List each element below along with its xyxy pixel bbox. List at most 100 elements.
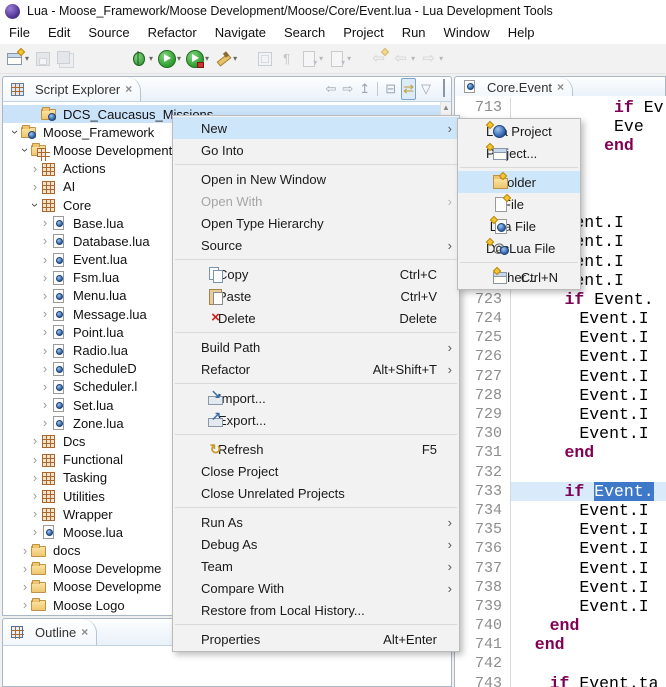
menu-item-new[interactable]: New› — [173, 117, 459, 139]
debug-button[interactable]: ▾ — [128, 47, 155, 71]
menubar-item-help[interactable]: Help — [499, 22, 544, 44]
dropdown-caret-icon[interactable]: ▾ — [205, 54, 209, 63]
dropdown-caret-icon[interactable]: ▾ — [177, 54, 181, 63]
line-number: 728 — [455, 386, 511, 405]
dropdown-caret-icon[interactable]: ▾ — [233, 54, 237, 63]
external-tools-button[interactable]: ▾ — [212, 47, 239, 71]
menu-item-lua-project[interactable]: Lua Project — [458, 120, 580, 142]
collapse-arrow-icon[interactable]: › — [9, 126, 21, 138]
toolbar-separator — [377, 82, 378, 96]
menu-item-close-project[interactable]: Close Project — [173, 460, 459, 482]
expand-arrow-icon[interactable]: › — [39, 363, 51, 375]
menu-item-label: Export... — [218, 413, 266, 428]
expand-arrow-icon[interactable]: › — [29, 181, 41, 193]
expand-arrow-icon[interactable]: › — [29, 454, 41, 466]
code-line-732: 732 — [455, 463, 666, 482]
dropdown-caret-icon[interactable]: ▾ — [149, 54, 153, 63]
view-menu-icon[interactable]: ▽ — [420, 79, 432, 99]
expand-arrow-icon[interactable]: › — [29, 163, 41, 175]
expand-arrow-icon[interactable]: › — [39, 381, 51, 393]
menu-item-doclua-file[interactable]: DocLua File — [458, 237, 580, 259]
menu-item-lua-file[interactable]: Lua File — [458, 215, 580, 237]
main-toolbar: ▾▾▾▾▾¶▾▾▾▾⇦⇦▾⇨▾ — [0, 44, 666, 74]
menubar-item-source[interactable]: Source — [79, 22, 138, 44]
menubar-item-project[interactable]: Project — [334, 22, 392, 44]
collapse-all-icon[interactable]: ⊟ — [384, 79, 397, 99]
tree-item-label: Set.lua — [73, 398, 113, 413]
menubar-item-navigate[interactable]: Navigate — [206, 22, 275, 44]
menubar-item-search[interactable]: Search — [275, 22, 334, 44]
tree-item-label: Wrapper — [63, 507, 113, 522]
close-icon[interactable]: × — [81, 626, 88, 638]
menu-item-label: New — [201, 121, 227, 136]
profile-button[interactable]: ▾ — [184, 47, 211, 71]
menu-item-team[interactable]: Team› — [173, 555, 459, 577]
menu-item-run-as[interactable]: Run As› — [173, 511, 459, 533]
menu-item-open-type-hierarchy[interactable]: Open Type Hierarchy — [173, 212, 459, 234]
expand-arrow-icon[interactable]: › — [39, 290, 51, 302]
go-up-icon[interactable]: ↥ — [358, 79, 371, 99]
menubar-item-run[interactable]: Run — [393, 22, 435, 44]
expand-arrow-icon[interactable]: › — [39, 326, 51, 338]
expand-arrow-icon[interactable]: › — [19, 545, 31, 557]
new-wizard-button[interactable]: ▾ — [4, 47, 31, 71]
menu-item-open-in-new-window[interactable]: Open in New Window — [173, 168, 459, 190]
expand-arrow-icon[interactable]: › — [29, 490, 41, 502]
code-line-728: 728Event.I — [455, 386, 666, 405]
expand-arrow-icon[interactable]: › — [19, 563, 31, 575]
expand-arrow-icon[interactable]: › — [29, 472, 41, 484]
menu-item-close-unrelated-projects[interactable]: Close Unrelated Projects — [173, 482, 459, 504]
expand-arrow-icon[interactable]: › — [39, 217, 51, 229]
menubar-item-file[interactable]: File — [0, 22, 39, 44]
expand-arrow-icon[interactable]: › — [39, 417, 51, 429]
expand-arrow-icon[interactable]: › — [29, 526, 41, 538]
expand-arrow-icon[interactable]: › — [39, 235, 51, 247]
scroll-up-icon[interactable]: ▲ — [442, 103, 450, 112]
menu-item-go-into[interactable]: Go Into — [173, 139, 459, 161]
menu-item-import[interactable]: Import... — [173, 387, 459, 409]
expand-arrow-icon[interactable]: › — [19, 599, 31, 611]
close-icon[interactable]: × — [125, 83, 132, 95]
menu-item-compare-with[interactable]: Compare With› — [173, 577, 459, 599]
tab-outline[interactable]: Outline × — [3, 619, 97, 645]
tab-script-explorer[interactable]: Script Explorer × — [3, 77, 141, 101]
menu-item-file[interactable]: File — [458, 193, 580, 215]
menu-item-export[interactable]: Export... — [173, 409, 459, 431]
collapse-arrow-icon[interactable]: › — [19, 144, 31, 156]
menu-item-other[interactable]: Other...Ctrl+N — [458, 266, 580, 288]
tree-item-label: Moose.lua — [63, 525, 123, 540]
expand-arrow-icon[interactable]: › — [19, 581, 31, 593]
expand-arrow-icon[interactable]: › — [39, 308, 51, 320]
back-icon[interactable]: ⇦ — [324, 79, 337, 99]
menu-item-project[interactable]: Project... — [458, 142, 580, 164]
menubar-item-refactor[interactable]: Refactor — [139, 22, 206, 44]
run-button[interactable]: ▾ — [156, 47, 183, 71]
luafile-icon — [51, 325, 68, 339]
expand-arrow-icon[interactable]: › — [39, 399, 51, 411]
menu-item-build-path[interactable]: Build Path› — [173, 336, 459, 358]
menu-item-paste[interactable]: PasteCtrl+V — [173, 285, 459, 307]
expand-arrow-icon[interactable]: › — [39, 345, 51, 357]
expand-arrow-icon[interactable]: › — [39, 254, 51, 266]
link-with-editor-icon[interactable]: ⇄ — [401, 78, 416, 100]
menu-item-copy[interactable]: CopyCtrl+C — [173, 263, 459, 285]
expand-arrow-icon[interactable]: › — [29, 435, 41, 447]
menu-item-folder[interactable]: Folder — [458, 171, 580, 193]
menu-item-debug-as[interactable]: Debug As› — [173, 533, 459, 555]
menu-item-restore-from-local-history[interactable]: Restore from Local History... — [173, 599, 459, 621]
menu-item-refactor[interactable]: RefactorAlt+Shift+T› — [173, 358, 459, 380]
maximize-icon[interactable] — [442, 79, 446, 99]
menu-item-delete[interactable]: ×DeleteDelete — [173, 307, 459, 329]
menubar-item-window[interactable]: Window — [435, 22, 499, 44]
dropdown-caret-icon[interactable]: ▾ — [25, 54, 29, 63]
collapse-arrow-icon[interactable]: › — [29, 199, 41, 211]
tab-core-event[interactable]: Core.Event × — [455, 77, 573, 97]
menu-item-refresh[interactable]: ↻RefreshF5 — [173, 438, 459, 460]
menubar-item-edit[interactable]: Edit — [39, 22, 79, 44]
forward-icon[interactable]: ⇨ — [341, 79, 354, 99]
menu-item-source[interactable]: Source› — [173, 234, 459, 256]
expand-arrow-icon[interactable]: › — [29, 508, 41, 520]
close-icon[interactable]: × — [557, 81, 564, 93]
menu-item-properties[interactable]: PropertiesAlt+Enter — [173, 628, 459, 650]
expand-arrow-icon[interactable]: › — [39, 272, 51, 284]
